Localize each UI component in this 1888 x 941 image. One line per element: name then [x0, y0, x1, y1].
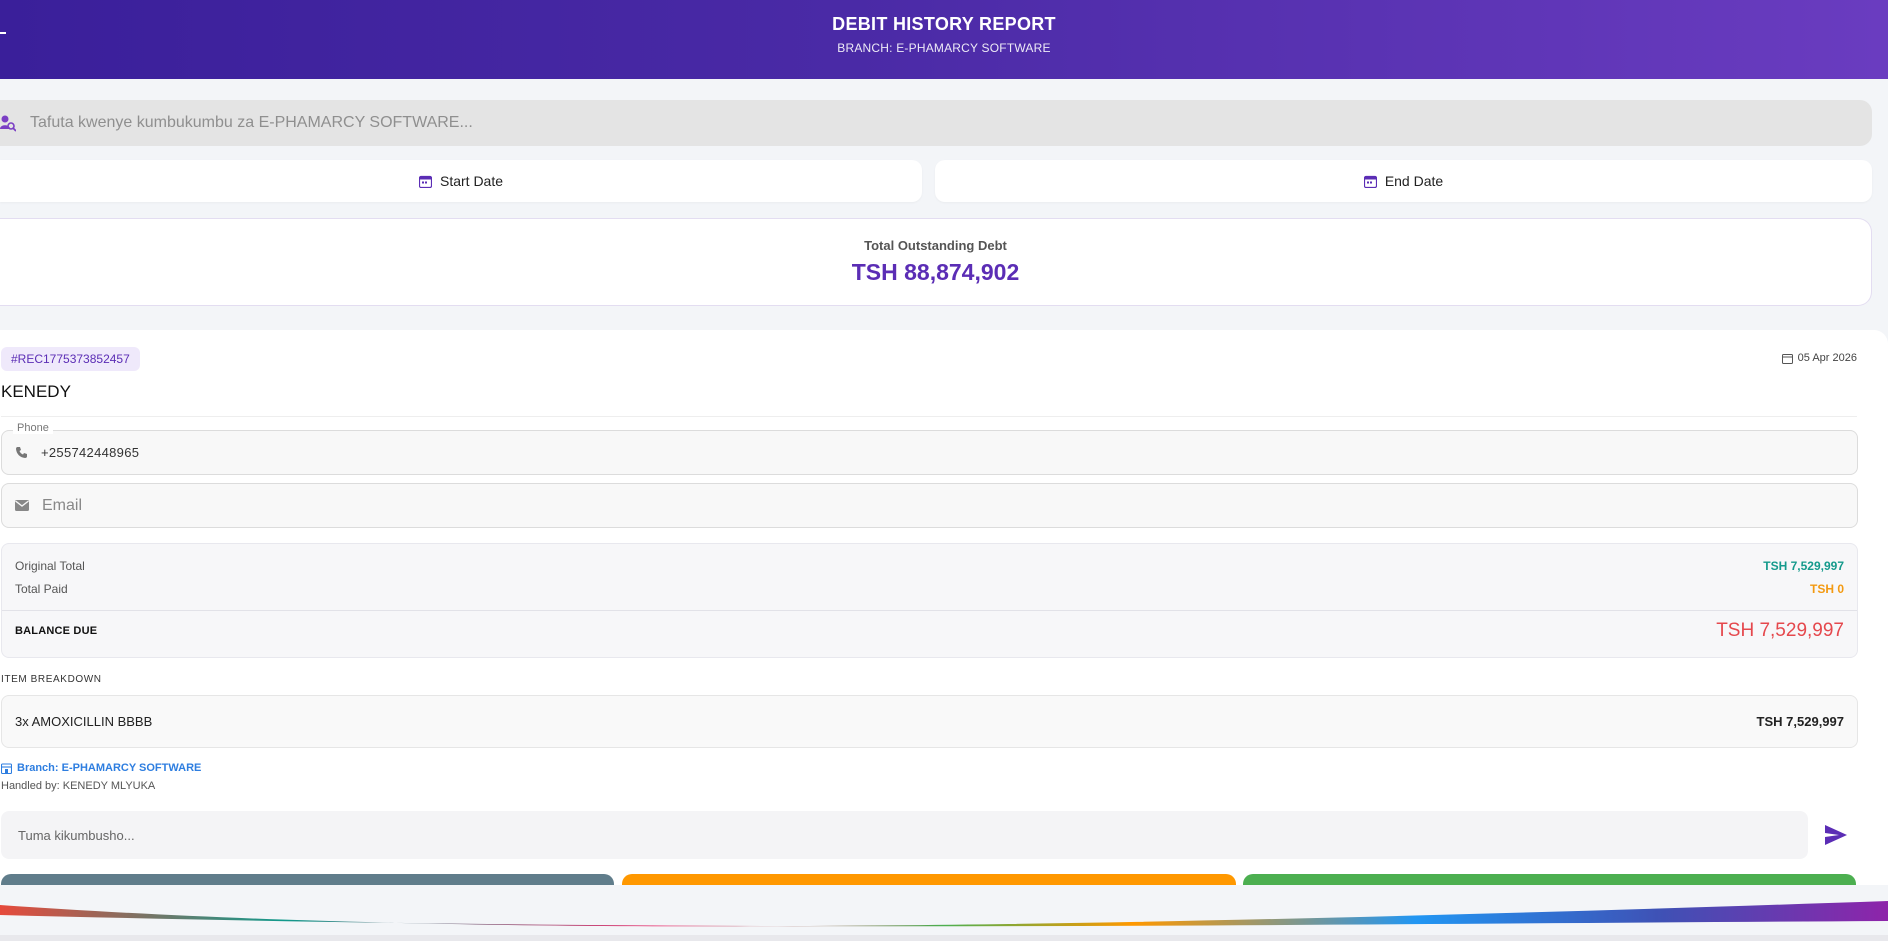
total-outstanding-card: Total Outstanding Debt TSH 88,874,902	[0, 218, 1872, 306]
original-total-row: Original Total TSH 7,529,997	[15, 559, 1844, 573]
original-total-value: TSH 7,529,997	[1763, 559, 1844, 573]
balance-due-row: BALANCE DUE TSH 7,529,997	[15, 620, 1844, 642]
total-paid-value: TSH 0	[1809, 582, 1844, 596]
calendar-icon	[1781, 353, 1793, 364]
list-item: 3x AMOXICILLIN BBBB TSH 7,529,997	[1, 695, 1858, 748]
page-subtitle: BRANCH: E-PHAMARCY SOFTWARE	[837, 41, 1051, 55]
handled-by-text: Handled by: KENEDY MLYUKA	[1, 780, 156, 792]
send-icon	[1825, 825, 1847, 845]
store-icon	[1, 762, 12, 774]
start-date-button[interactable]: Start Date	[0, 160, 922, 202]
page-title: DEBIT HISTORY REPORT	[832, 14, 1056, 34]
divider	[1, 416, 1857, 417]
payment-summary: Original Total TSH 7,529,997 Total Paid …	[1, 543, 1858, 658]
email-icon	[15, 500, 29, 511]
calendar-icon	[1363, 175, 1377, 188]
email-field[interactable]: Email	[1, 483, 1858, 528]
record-date-text: 05 Apr 2026	[1797, 352, 1857, 364]
phone-field-label: Phone	[13, 422, 53, 434]
search-input[interactable]	[28, 113, 1872, 133]
send-reminder-button[interactable]	[1824, 824, 1848, 846]
balance-due-value: TSH 7,529,997	[1716, 620, 1844, 641]
calendar-icon	[418, 175, 432, 188]
branch-text: Branch: E-PHAMARCY SOFTWARE	[17, 762, 202, 774]
reminder-input[interactable]	[16, 826, 1808, 844]
reminder-box	[1, 811, 1808, 859]
app-header: DEBIT HISTORY REPORT BRANCH: E-PHAMARCY …	[0, 0, 1888, 79]
total-paid-label: Total Paid	[15, 582, 68, 596]
total-outstanding-label: Total Outstanding Debt	[864, 238, 1007, 253]
customer-name: KENEDY	[1, 382, 71, 401]
original-total-label: Original Total	[15, 559, 85, 573]
record-date: 05 Apr 2026	[1781, 352, 1857, 364]
search-bar	[0, 100, 1872, 146]
phone-value: +255742448965	[41, 445, 140, 460]
record-ref-badge: #REC1775373852457	[1, 347, 140, 371]
total-outstanding-value: TSH 88,874,902	[851, 259, 1020, 285]
phone-field[interactable]: Phone +255742448965	[1, 422, 1858, 475]
item-price: TSH 7,529,997	[1756, 714, 1844, 729]
phone-icon	[15, 446, 28, 459]
start-date-label: Start Date	[439, 173, 504, 189]
item-name: 3x AMOXICILLIN BBBB	[15, 714, 153, 729]
summary-divider	[2, 610, 1857, 611]
end-date-label: End Date	[1384, 173, 1444, 189]
search-user-icon	[0, 114, 17, 132]
footer-wave-decoration	[0, 885, 1888, 941]
email-placeholder: Email	[42, 496, 83, 514]
debit-record-card: #REC1775373852457 05 Apr 2026 KENEDY Pho…	[0, 330, 1888, 894]
balance-due-label: BALANCE DUE	[15, 625, 98, 637]
end-date-button[interactable]: End Date	[935, 160, 1872, 202]
branch-link[interactable]: Branch: E-PHAMARCY SOFTWARE	[1, 762, 201, 774]
total-paid-row: Total Paid TSH 0	[15, 582, 1844, 596]
item-breakdown-heading: ITEM BREAKDOWN	[1, 674, 102, 685]
